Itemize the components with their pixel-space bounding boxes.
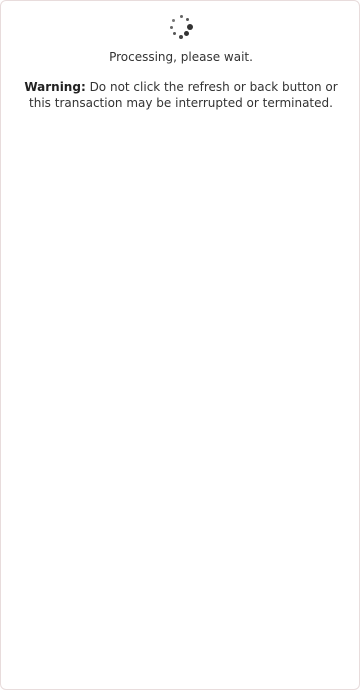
spinner-dot (172, 19, 175, 22)
warning-message: Warning: Do not click the refresh or bac… (17, 79, 345, 111)
spinner-dot (179, 35, 183, 39)
warning-label: Warning: (24, 80, 86, 94)
spinner-dot (180, 15, 183, 18)
spinner-dot (170, 26, 173, 29)
spinner-dot (187, 24, 193, 30)
loading-spinner-icon (169, 15, 193, 39)
spinner-dot (186, 18, 189, 21)
spinner-dot (184, 31, 189, 36)
processing-message: Processing, please wait. (109, 50, 253, 64)
processing-panel: Processing, please wait. Warning: Do not… (0, 0, 360, 690)
spinner-dot (173, 32, 176, 35)
